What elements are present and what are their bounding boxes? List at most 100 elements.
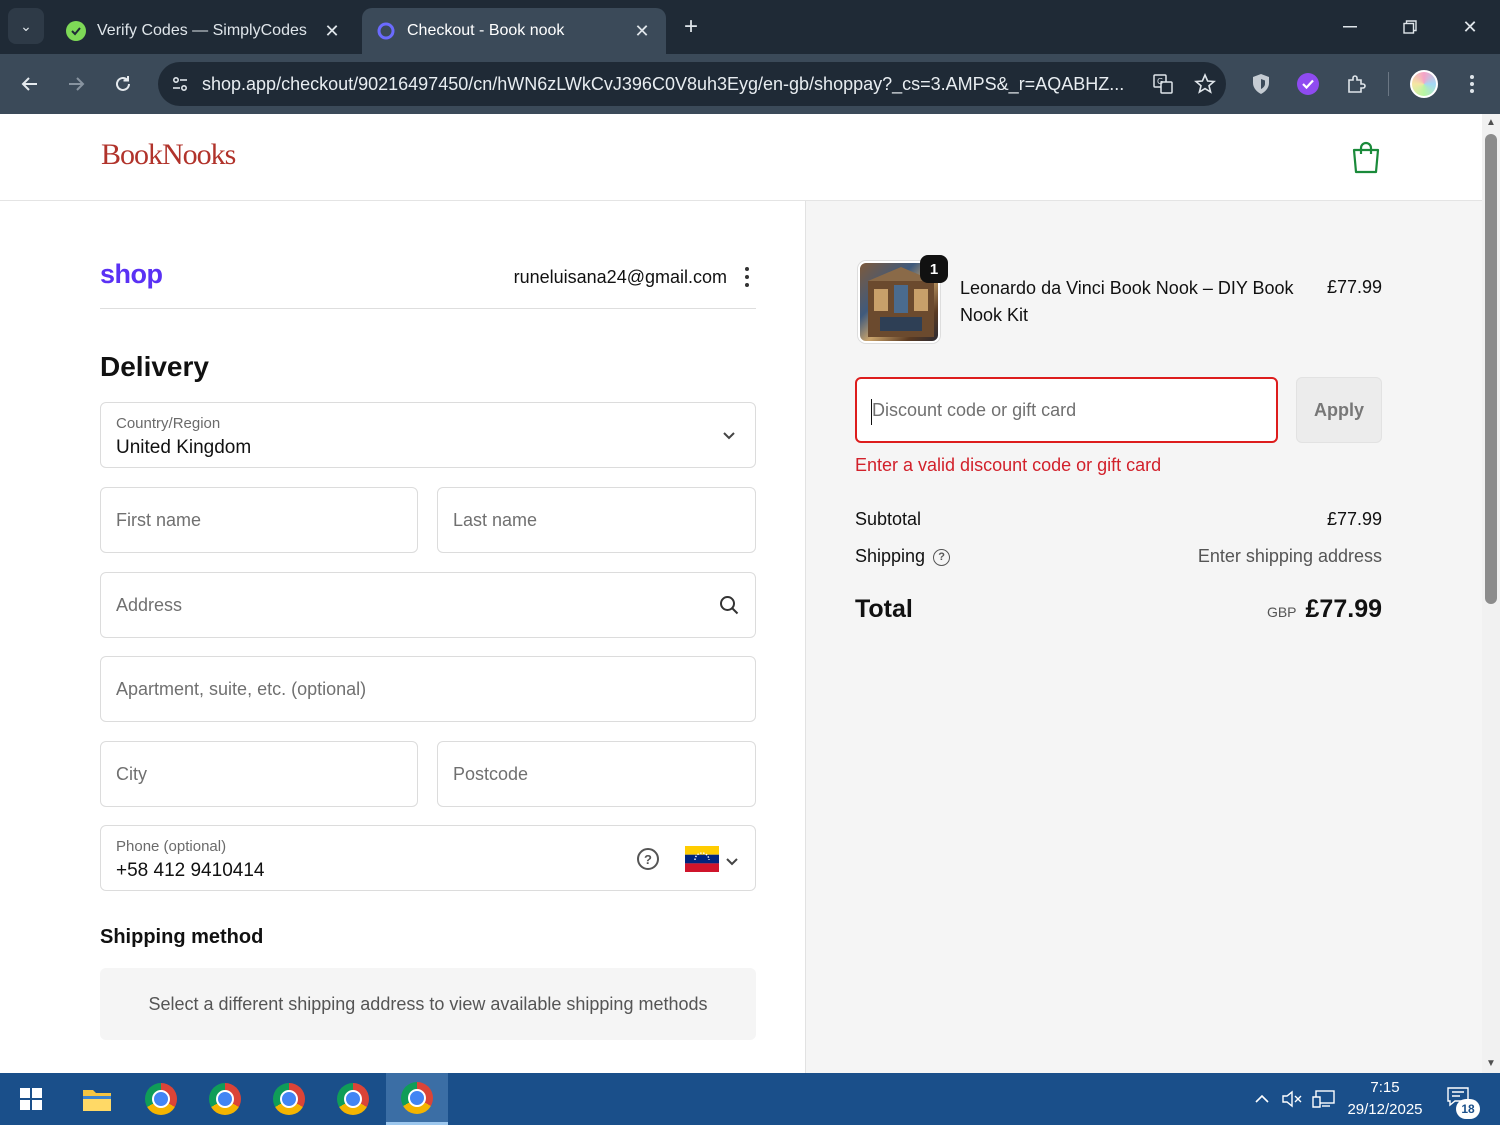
chrome-taskbar-icon-active[interactable] bbox=[386, 1073, 448, 1125]
discount-code-field[interactable] bbox=[855, 377, 1278, 443]
restore-icon[interactable] bbox=[1390, 10, 1430, 44]
city-field[interactable] bbox=[100, 741, 418, 807]
minimize-icon[interactable] bbox=[1330, 10, 1370, 44]
shopping-bag-icon[interactable] bbox=[1350, 140, 1382, 174]
total-row: Total GBP £77.99 bbox=[855, 595, 1382, 624]
reload-icon[interactable] bbox=[105, 66, 141, 102]
divider bbox=[100, 308, 756, 309]
profile-avatar-icon[interactable] bbox=[1406, 66, 1442, 102]
translate-icon[interactable]: G bbox=[1142, 62, 1184, 106]
country-value: United Kingdom bbox=[116, 437, 252, 458]
total-currency: GBP bbox=[1266, 604, 1297, 620]
new-tab-plus-icon[interactable]: + bbox=[676, 12, 706, 42]
delivery-heading: Delivery bbox=[100, 351, 209, 382]
scroll-down-arrow-icon[interactable]: ▼ bbox=[1486, 1059, 1496, 1069]
chevron-up-icon[interactable] bbox=[1250, 1087, 1274, 1111]
phone-field[interactable]: Phone (optional) +58 412 9410414 ? bbox=[100, 825, 756, 891]
scroll-up-arrow-icon[interactable]: ▲ bbox=[1486, 118, 1496, 128]
subtotal-row: Subtotal £77.99 bbox=[855, 509, 1382, 530]
browser-menu-icon[interactable] bbox=[1454, 66, 1490, 102]
chevron-down-icon bbox=[717, 423, 741, 447]
scroll-thumb[interactable] bbox=[1485, 134, 1497, 604]
account-email: runeluisana24@gmail.com bbox=[513, 267, 727, 287]
first-name-field[interactable] bbox=[100, 487, 418, 553]
bookmark-star-icon[interactable] bbox=[1184, 62, 1226, 106]
help-icon[interactable]: ? bbox=[637, 848, 659, 870]
product-name: Leonardo da Vinci Book Nook – DIY Book N… bbox=[960, 278, 1294, 325]
checkout-page: BookNooks shop runeluisana24@gmail.com D… bbox=[0, 114, 1482, 1073]
subtotal-label: Subtotal bbox=[855, 509, 922, 529]
order-summary: 1 Leonardo da Vinci Book Nook – DIY Book… bbox=[806, 201, 1482, 1073]
shipping-method-heading: Shipping method bbox=[100, 926, 264, 948]
venezuela-flag-icon[interactable] bbox=[685, 846, 719, 872]
chevron-down-icon: ⌄ bbox=[20, 17, 32, 34]
postcode-input[interactable] bbox=[453, 742, 740, 806]
city-input[interactable] bbox=[116, 742, 402, 806]
postcode-field[interactable] bbox=[437, 741, 756, 807]
shipping-help-icon[interactable]: ? bbox=[933, 548, 951, 566]
chrome-icon bbox=[273, 1083, 305, 1115]
tab-title: Checkout - Book nook bbox=[407, 22, 565, 39]
address-field[interactable] bbox=[100, 572, 756, 638]
site-header: BookNooks bbox=[0, 114, 1482, 201]
tab-verify-codes[interactable]: Verify Codes — SimplyCodes ✕ bbox=[52, 8, 356, 54]
checkout-favicon-icon bbox=[376, 21, 396, 41]
country-select[interactable]: Country/Region United Kingdom bbox=[100, 402, 756, 468]
simplycodes-extension-icon[interactable] bbox=[1290, 66, 1326, 102]
total-value: £77.99 bbox=[1305, 595, 1382, 623]
shield-extension-icon[interactable] bbox=[1243, 66, 1279, 102]
apply-discount-button[interactable]: Apply bbox=[1296, 377, 1382, 443]
forward-arrow-icon[interactable] bbox=[58, 66, 94, 102]
text-caret bbox=[871, 399, 872, 425]
tab-title: Verify Codes — SimplyCodes bbox=[97, 22, 307, 39]
discount-error-message: Enter a valid discount code or gift card bbox=[855, 455, 1162, 475]
volume-muted-icon[interactable] bbox=[1280, 1087, 1304, 1111]
delivery-column: shop runeluisana24@gmail.com Delivery Co… bbox=[0, 201, 806, 1073]
page-scrollbar[interactable]: ▲ ▼ bbox=[1482, 114, 1500, 1073]
chrome-taskbar-icon[interactable] bbox=[322, 1073, 384, 1125]
chrome-taskbar-icon[interactable] bbox=[258, 1073, 320, 1125]
chrome-icon bbox=[209, 1083, 241, 1115]
url-text: shop.app/checkout/90216497450/cn/hWN6zLW… bbox=[202, 73, 1125, 94]
first-name-input[interactable] bbox=[116, 488, 402, 552]
phone-label: Phone (optional) bbox=[116, 838, 227, 855]
network-icon[interactable] bbox=[1312, 1087, 1336, 1111]
browser-tabstrip: ⌄ Verify Codes — SimplyCodes ✕ Checkout … bbox=[0, 0, 1500, 54]
shop-pay-logo: shop bbox=[100, 259, 163, 289]
last-name-field[interactable] bbox=[437, 487, 756, 553]
apartment-field[interactable] bbox=[100, 656, 756, 722]
shipping-value: Enter shipping address bbox=[1197, 546, 1382, 566]
discount-code-input[interactable] bbox=[872, 379, 1261, 441]
file-explorer-icon[interactable] bbox=[66, 1073, 128, 1125]
last-name-input[interactable] bbox=[453, 488, 740, 552]
tab-checkout[interactable]: Checkout - Book nook ✕ bbox=[362, 8, 666, 54]
address-bar[interactable]: shop.app/checkout/90216497450/cn/hWN6zLW… bbox=[158, 62, 1226, 106]
shipping-label: Shipping bbox=[855, 546, 926, 566]
toolbar-separator bbox=[1388, 72, 1389, 96]
tab-search-button[interactable]: ⌄ bbox=[8, 8, 44, 44]
search-icon[interactable] bbox=[717, 593, 741, 617]
account-more-icon[interactable] bbox=[738, 265, 756, 289]
clock-date: 29/12/2025 bbox=[1347, 1101, 1423, 1118]
apartment-input[interactable] bbox=[116, 657, 740, 721]
quantity-badge: 1 bbox=[920, 255, 948, 283]
site-info-icon[interactable] bbox=[158, 62, 202, 106]
taskbar-clock[interactable]: 7:15 29/12/2025 bbox=[1340, 1077, 1430, 1121]
booknooks-logo[interactable]: BookNooks bbox=[101, 138, 236, 172]
extensions-puzzle-icon[interactable] bbox=[1338, 66, 1374, 102]
chrome-icon bbox=[401, 1081, 433, 1114]
chrome-taskbar-icon[interactable] bbox=[130, 1073, 192, 1125]
shipping-row: Shipping? Enter shipping address bbox=[855, 546, 1382, 567]
chevron-down-icon[interactable] bbox=[725, 853, 739, 866]
tab-close-icon[interactable]: ✕ bbox=[322, 21, 342, 42]
phone-value: +58 412 9410414 bbox=[116, 860, 265, 881]
close-window-icon[interactable]: ✕ bbox=[1450, 10, 1490, 44]
subtotal-value: £77.99 bbox=[1326, 509, 1382, 529]
tab-close-icon[interactable]: ✕ bbox=[632, 21, 652, 42]
chrome-taskbar-icon[interactable] bbox=[194, 1073, 256, 1125]
windows-start-icon[interactable] bbox=[0, 1073, 62, 1125]
simplycodes-favicon-icon bbox=[66, 21, 86, 41]
chrome-icon bbox=[337, 1083, 369, 1115]
address-input[interactable] bbox=[116, 573, 740, 637]
back-arrow-icon[interactable] bbox=[12, 66, 48, 102]
